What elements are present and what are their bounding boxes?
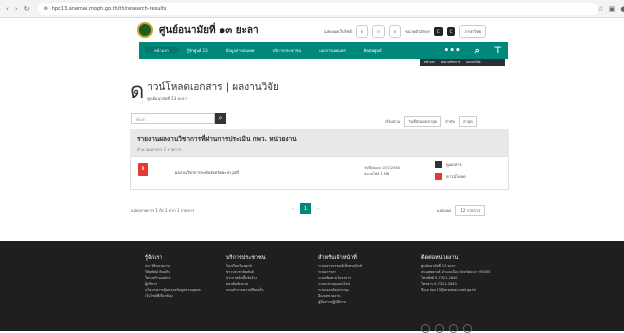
footer-link[interactable]: แบบสำรวจความพึงพอใจ xyxy=(226,287,266,293)
font-size-large[interactable]: ก xyxy=(389,25,401,38)
contrast-dark[interactable]: C xyxy=(447,27,456,36)
breadcrumb-current: ผลงานวิจัย xyxy=(466,60,480,65)
social-links xyxy=(421,324,472,333)
site-title: ศูนย์อนามัยที่ ๑๓ ยะลา xyxy=(159,23,259,38)
download-icon xyxy=(435,173,442,180)
footer-col-staff-title: สำหรับเจ้าหน้าที่ xyxy=(318,255,362,261)
search-button[interactable]: ⌕ xyxy=(215,113,226,124)
footer-col-about: รู้จักเรา ประวัติหน่วยงาน วิสัยทัศน์ พัน… xyxy=(145,255,201,299)
footer-col-about-title: รู้จักเรา xyxy=(145,255,201,261)
facebook-icon[interactable] xyxy=(421,324,430,333)
breadcrumb: หน้าแรก ผลงานวิชาการ ผลงานวิจัย xyxy=(420,59,505,66)
sitemap-icon[interactable]: ⊤ xyxy=(494,46,502,56)
menu-info[interactable]: ข้อมูลสารสนเทศ xyxy=(217,47,264,54)
view-button[interactable]: ดูเอกสาร xyxy=(435,161,462,168)
search-label: แสดงผลเว็บไซต์ xyxy=(324,28,352,35)
footer-col-contact-title: ติดต่อหน่วยงาน xyxy=(421,255,511,261)
page-heading: าวน์โหลดเอกสาร | ผลงานวิจัย xyxy=(147,80,279,95)
view-label: ดูเอกสาร xyxy=(446,161,462,168)
order-select[interactable]: ล่าสุด xyxy=(459,116,477,127)
menu-about[interactable]: รู้จักศูนย์ 13 xyxy=(178,47,217,54)
pagination: ‹ 1 › xyxy=(292,203,319,214)
order-label: ลำดับ xyxy=(445,118,455,125)
download-button[interactable]: ดาวน์โหลด xyxy=(435,173,466,180)
font-size-medium[interactable]: ก xyxy=(372,25,384,38)
language-select[interactable]: ภาษาไทย xyxy=(459,25,486,38)
menu-publications[interactable]: เอกสารเผยแพร่ xyxy=(310,47,354,54)
menu-home[interactable]: หน้าแรก xyxy=(145,47,178,54)
per-page-select[interactable]: 12 รายการ xyxy=(455,205,485,216)
menu-icons: ••• ⌕ ⊤ xyxy=(443,46,502,56)
search-icon[interactable]: ⌕ xyxy=(475,46,480,56)
bookmark-icon[interactable]: ☆ xyxy=(598,5,604,13)
line-icon[interactable] xyxy=(449,324,458,333)
sort-select[interactable]: วันที่อัปเดตล่าสุด xyxy=(404,116,441,127)
forward-icon[interactable]: › xyxy=(15,5,18,13)
file-meta: วันที่อัปเดต 15/2/2568 ขนาดไฟล์ 1 MB xyxy=(364,165,400,177)
footer-link[interactable]: คู่มือการปฏิบัติงาน xyxy=(318,299,362,305)
page-1-button[interactable]: 1 xyxy=(300,203,311,214)
site-logo[interactable] xyxy=(137,22,153,38)
footer-col-contact: ติดต่อหน่วยงาน ศูนย์อนามัยที่ 13 ยะลา ถน… xyxy=(421,255,511,293)
browser-chrome: ‹ › ↻ ⊜ hpc13.anamai.moph.go.th/th/resea… xyxy=(0,0,624,18)
pagination-info: แสดงรายการ 1 ถึง 1 จาก 1 รายการ xyxy=(131,207,194,214)
browser-actions: ☆ ▣ ● xyxy=(598,5,624,13)
pdf-icon: ⬇ xyxy=(138,163,148,176)
reload-icon[interactable]: ↻ xyxy=(24,5,30,13)
footer-col-services-title: บริการประชาชน xyxy=(226,255,266,261)
document-meta: จำนวนเอกสาร 1 รายการ xyxy=(137,146,502,153)
sort-label: เรียงตาม xyxy=(385,118,400,125)
font-label: ขนาดตัวอักษร xyxy=(405,28,430,35)
file-row: ⬇ ผลงานวิชาการระดับจังหวัดยะลา.pdf วันที… xyxy=(130,156,509,190)
search-filter: ค้นหา ⌕ xyxy=(131,113,226,124)
url-text: hpc13.anamai.moph.go.th/th/research-resu… xyxy=(52,6,167,12)
browser-nav: ‹ › ↻ xyxy=(6,5,30,13)
footer-col-services: บริการประชาชน ร้องเรียนร้องทุกข์ ข่าวประ… xyxy=(226,255,266,293)
main-menu: หน้าแรก รู้จักศูนย์ 13 ข้อมูลสารสนเทศ บร… xyxy=(139,42,508,59)
menu-services[interactable]: บริการประชาชน xyxy=(263,47,310,54)
search-icon: ⌕ xyxy=(219,114,223,123)
site-header: ศูนย์อนามัยที่ ๑๓ ยะลา แสดงผลเว็บไซต์ ก … xyxy=(0,18,624,42)
document-card: รายงานผลงานวิชาการที่ผ่านการประเมิน กพว.… xyxy=(130,129,509,190)
breadcrumb-home[interactable]: หน้าแรก xyxy=(424,60,435,65)
accessibility-tools: แสดงผลเว็บไซต์ ก ก ก ขนาดตัวอักษร C C ภา… xyxy=(324,25,486,38)
next-page-button[interactable]: › xyxy=(317,206,319,212)
search-input[interactable]: ค้นหา xyxy=(131,113,215,124)
menu-contact[interactable]: ติดต่อศูนย์ xyxy=(355,47,391,54)
page-title: ด าวน์โหลดเอกสาร | ผลงานวิจัย ศูนย์อนามั… xyxy=(130,80,279,102)
breadcrumb-section[interactable]: ผลงานวิชาการ xyxy=(441,60,460,65)
title-initial: ด xyxy=(130,82,144,102)
contact-line[interactable]: อีเมล hpc13@anamai.mail.go.th xyxy=(421,287,511,293)
document-title: รายงานผลงานวิชาการที่ผ่านการประเมิน กพว.… xyxy=(137,134,502,144)
site-footer: รู้จักเรา ประวัติหน่วยงาน วิสัยทัศน์ พัน… xyxy=(0,241,624,331)
more-icon[interactable]: ••• xyxy=(443,46,460,56)
per-page-label: แสดงผล xyxy=(437,207,451,214)
site-info-icon[interactable]: ⊜ xyxy=(44,6,48,12)
extensions-icon[interactable]: ▣ xyxy=(609,5,616,13)
youtube-icon[interactable] xyxy=(435,324,444,333)
per-page-controls: แสดงผล 12 รายการ xyxy=(437,205,485,216)
contrast-normal[interactable]: C xyxy=(434,27,443,36)
file-size: ขนาดไฟล์ 1 MB xyxy=(364,171,400,177)
file-name[interactable]: ผลงานวิชาการระดับจังหวัดยะลา.pdf xyxy=(175,169,239,176)
font-size-small[interactable]: ก xyxy=(356,25,368,38)
prev-page-button[interactable]: ‹ xyxy=(292,206,294,212)
download-label: ดาวน์โหลด xyxy=(446,173,466,180)
footer-col-staff: สำหรับเจ้าหน้าที่ ระบบสารบรรณอิเล็กทรอนิ… xyxy=(318,255,362,305)
address-bar[interactable]: ⊜ hpc13.anamai.moph.go.th/th/research-re… xyxy=(38,3,598,15)
twitter-icon[interactable] xyxy=(463,324,472,333)
back-icon[interactable]: ‹ xyxy=(6,5,9,13)
eye-icon xyxy=(435,161,442,168)
sort-controls: เรียงตาม วันที่อัปเดตล่าสุด ลำดับ ล่าสุด xyxy=(385,116,477,127)
page-subtitle: ศูนย์อนามัยที่ 13 ยะลา xyxy=(147,95,279,102)
footer-link[interactable]: เว็บไซต์ที่เกี่ยวข้อง xyxy=(145,293,201,299)
profile-icon[interactable]: ● xyxy=(620,5,624,13)
